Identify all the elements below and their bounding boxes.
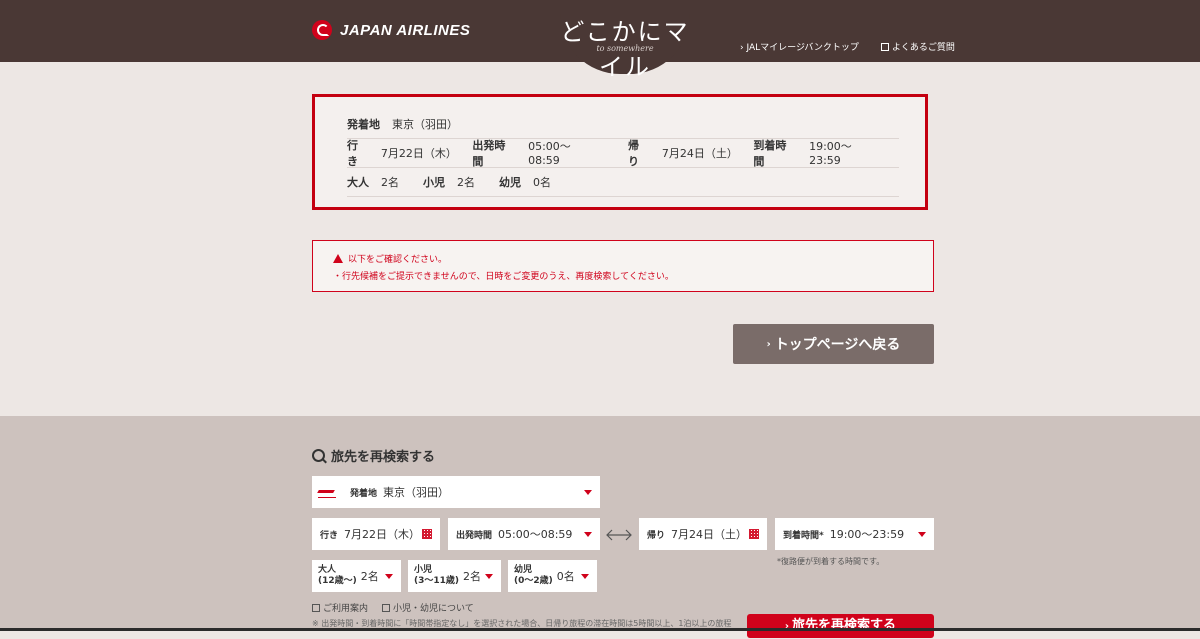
infant-field-label-text: 幼児 <box>514 565 533 575</box>
summary-row-passengers: 大人 2名 小児 2名 幼児 0名 <box>347 167 899 197</box>
header-links: › JALマイレージバンクトップ よくあるご質問 <box>740 40 955 53</box>
child-field-label: 小児 (3〜11歳) <box>414 565 459 587</box>
arr-time-label: 到着時間 <box>753 138 787 168</box>
infant-label: 幼児 <box>499 175 521 189</box>
crane-logo-icon <box>312 20 332 40</box>
return-label: 帰り <box>628 138 639 168</box>
infant-count-select[interactable]: 幼児 (0〜2歳) 0名 <box>508 560 597 592</box>
adult-age-range: (12歳〜) <box>318 576 357 586</box>
infant-value: 0名 <box>533 175 551 189</box>
dep-time-value: 05:00〜08:59 <box>528 140 571 167</box>
adult-count-select[interactable]: 大人 (12歳〜) 2名 <box>312 560 401 592</box>
child-value: 2名 <box>457 175 475 189</box>
summary-row-departure: 発着地 東京（羽田） <box>347 109 899 139</box>
calendar-icon[interactable] <box>422 529 432 539</box>
child-count-select[interactable]: 小児 (3〜11歳) 2名 <box>408 560 501 592</box>
error-message-text: ・行先候補をご提示できませんので、日時をご変更のうえ、再度検索してください。 <box>333 272 674 282</box>
arr-time-value: 19:00〜23:59 <box>809 140 852 167</box>
calendar-icon[interactable] <box>749 529 759 539</box>
dep-time-field-value: 05:00〜08:59 <box>498 528 573 541</box>
chevron-down-icon <box>584 531 592 537</box>
child-field-value: 2名 <box>463 570 482 583</box>
site-header: JAPAN AIRLINES どこかにマイル to somewhere › JA… <box>0 0 1200 81</box>
search-icon <box>312 449 325 462</box>
dep-time-field-label: 出発時間 <box>456 530 493 541</box>
info-links: ご利用案内 小児・幼児について <box>312 601 474 614</box>
chevron-down-icon <box>581 573 589 579</box>
infant-age-range: (0〜2歳) <box>514 576 553 586</box>
re-search-submit-button[interactable]: › 旅先を再検索する <box>747 614 934 638</box>
error-message-box: 以下をご確認ください。 ・行先候補をご提示できませんので、日時をご変更のうえ、再… <box>312 240 934 292</box>
child-age-range: (3〜11歳) <box>414 576 460 586</box>
chevron-down-icon <box>584 489 592 495</box>
departure-field-value: 東京（羽田） <box>383 486 450 499</box>
chevron-down-icon <box>485 573 493 579</box>
departure-value: 東京（羽田） <box>392 117 458 131</box>
external-link-icon <box>312 604 320 612</box>
child-info-link[interactable]: 小児・幼児について <box>382 601 474 614</box>
return-field-value: 7月24日（土） <box>671 528 748 541</box>
back-to-top-button[interactable]: › トップページへ戻る <box>733 324 934 364</box>
chevron-down-icon <box>918 531 926 537</box>
re-search-section <box>0 416 1200 631</box>
mileage-bank-link-label: JALマイレージバンクトップ <box>746 43 859 53</box>
arr-time-field-label: 到着時間* <box>783 530 824 541</box>
summary-row-dates: 行き 7月22日（木） 出発時間 05:00〜08:59 帰り 7月24日（土）… <box>347 138 899 168</box>
external-link-icon <box>880 43 889 51</box>
brand-badge: どこかにマイル to somewhere <box>560 0 690 81</box>
faq-link[interactable]: よくあるご質問 <box>880 40 955 53</box>
adult-value: 2名 <box>381 175 399 189</box>
infant-field-value: 0名 <box>556 570 575 583</box>
departure-label: 発着地 <box>347 117 380 131</box>
arr-time-select[interactable]: 到着時間* 19:00〜23:59 <box>775 518 934 550</box>
logo-text: JAPAN AIRLINES <box>340 21 471 39</box>
child-label: 小児 <box>423 175 445 189</box>
outbound-date-field[interactable]: 行き 7月22日（木） <box>312 518 440 550</box>
round-trip-arrow-icon <box>606 529 632 541</box>
outbound-date: 7月22日（木） <box>380 146 457 160</box>
outbound-label: 行き <box>347 138 358 168</box>
re-search-heading-text: 旅先を再検索する <box>331 450 436 465</box>
chevron-down-icon <box>385 573 393 579</box>
adult-field-value: 2名 <box>360 570 379 583</box>
child-info-link-label: 小児・幼児について <box>393 604 474 614</box>
usage-guide-link[interactable]: ご利用案内 <box>312 601 368 614</box>
mileage-bank-link[interactable]: › JALマイレージバンクトップ <box>740 40 859 53</box>
dep-time-label: 出発時間 <box>472 138 506 168</box>
external-link-icon <box>382 604 391 612</box>
return-date: 7月24日（土） <box>661 146 738 160</box>
outbound-field-value: 7月22日（木） <box>344 528 421 541</box>
re-search-heading: 旅先を再検索する <box>312 446 435 465</box>
arrival-time-note: *復路便が到着する時間です。 <box>777 557 885 566</box>
adult-field-label-text: 大人 <box>318 565 337 575</box>
back-to-top-label: トップページへ戻る <box>774 337 901 353</box>
warning-icon <box>333 254 343 263</box>
return-field-label: 帰り <box>647 530 666 541</box>
adult-field-label: 大人 (12歳〜) <box>318 565 357 587</box>
return-date-field[interactable]: 帰り 7月24日（土） <box>639 518 767 550</box>
child-field-label-text: 小児 <box>414 565 433 575</box>
brand-subtitle: to somewhere <box>596 44 654 53</box>
outbound-field-label: 行き <box>320 530 339 541</box>
jal-logo[interactable]: JAPAN AIRLINES <box>312 20 470 40</box>
adult-label: 大人 <box>347 175 369 189</box>
chevron-right-icon: › <box>766 338 771 350</box>
arr-time-field-value: 19:00〜23:59 <box>829 528 905 541</box>
departure-field-label: 発着地 <box>350 488 378 499</box>
infant-field-label: 幼児 (0〜2歳) <box>514 565 553 587</box>
plane-takeoff-icon <box>318 488 336 498</box>
faq-link-label: よくあるご質問 <box>891 43 955 53</box>
usage-guide-link-label: ご利用案内 <box>323 604 369 614</box>
error-title: 以下をご確認ください。 <box>333 252 447 265</box>
dep-time-select[interactable]: 出発時間 05:00〜08:59 <box>448 518 600 550</box>
search-summary: 発着地 東京（羽田） 行き 7月22日（木） 出発時間 05:00〜08:59 … <box>312 94 928 210</box>
error-title-text: 以下をご確認ください。 <box>348 255 448 265</box>
departure-select[interactable]: 発着地 東京（羽田） <box>312 476 600 508</box>
